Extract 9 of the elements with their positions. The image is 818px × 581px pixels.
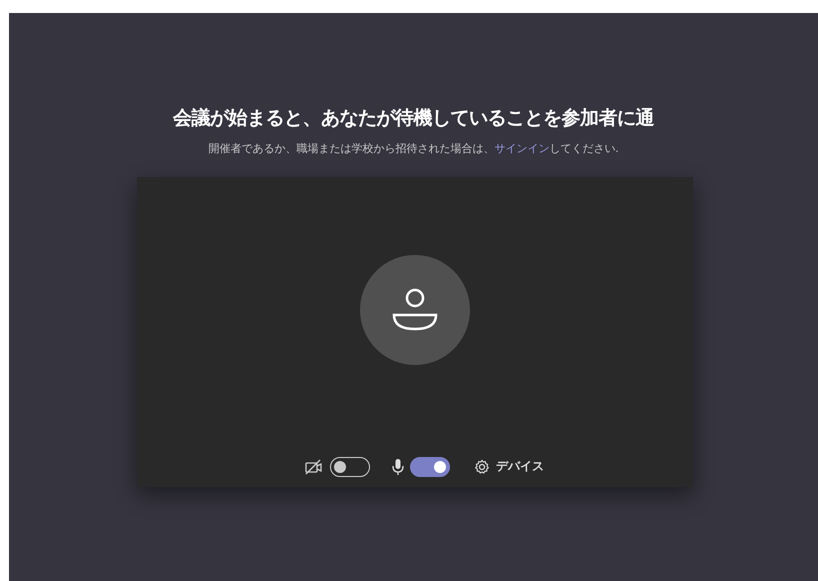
heading: 会議が始まると、あなたが待機していることを参加者に通 [173,106,654,131]
settings-icon [474,458,490,474]
microphone-icon [392,458,404,476]
sign-in-link[interactable]: サインイン [494,142,550,155]
camera-toggle[interactable] [330,456,370,476]
camera-off-icon [304,458,324,474]
notice-text: 開催者であるか、職場または学校から招待された場合は、サインイン してください. [208,141,619,156]
microphone-toggle[interactable] [410,456,450,476]
devices-button[interactable]: デバイス [472,456,546,477]
